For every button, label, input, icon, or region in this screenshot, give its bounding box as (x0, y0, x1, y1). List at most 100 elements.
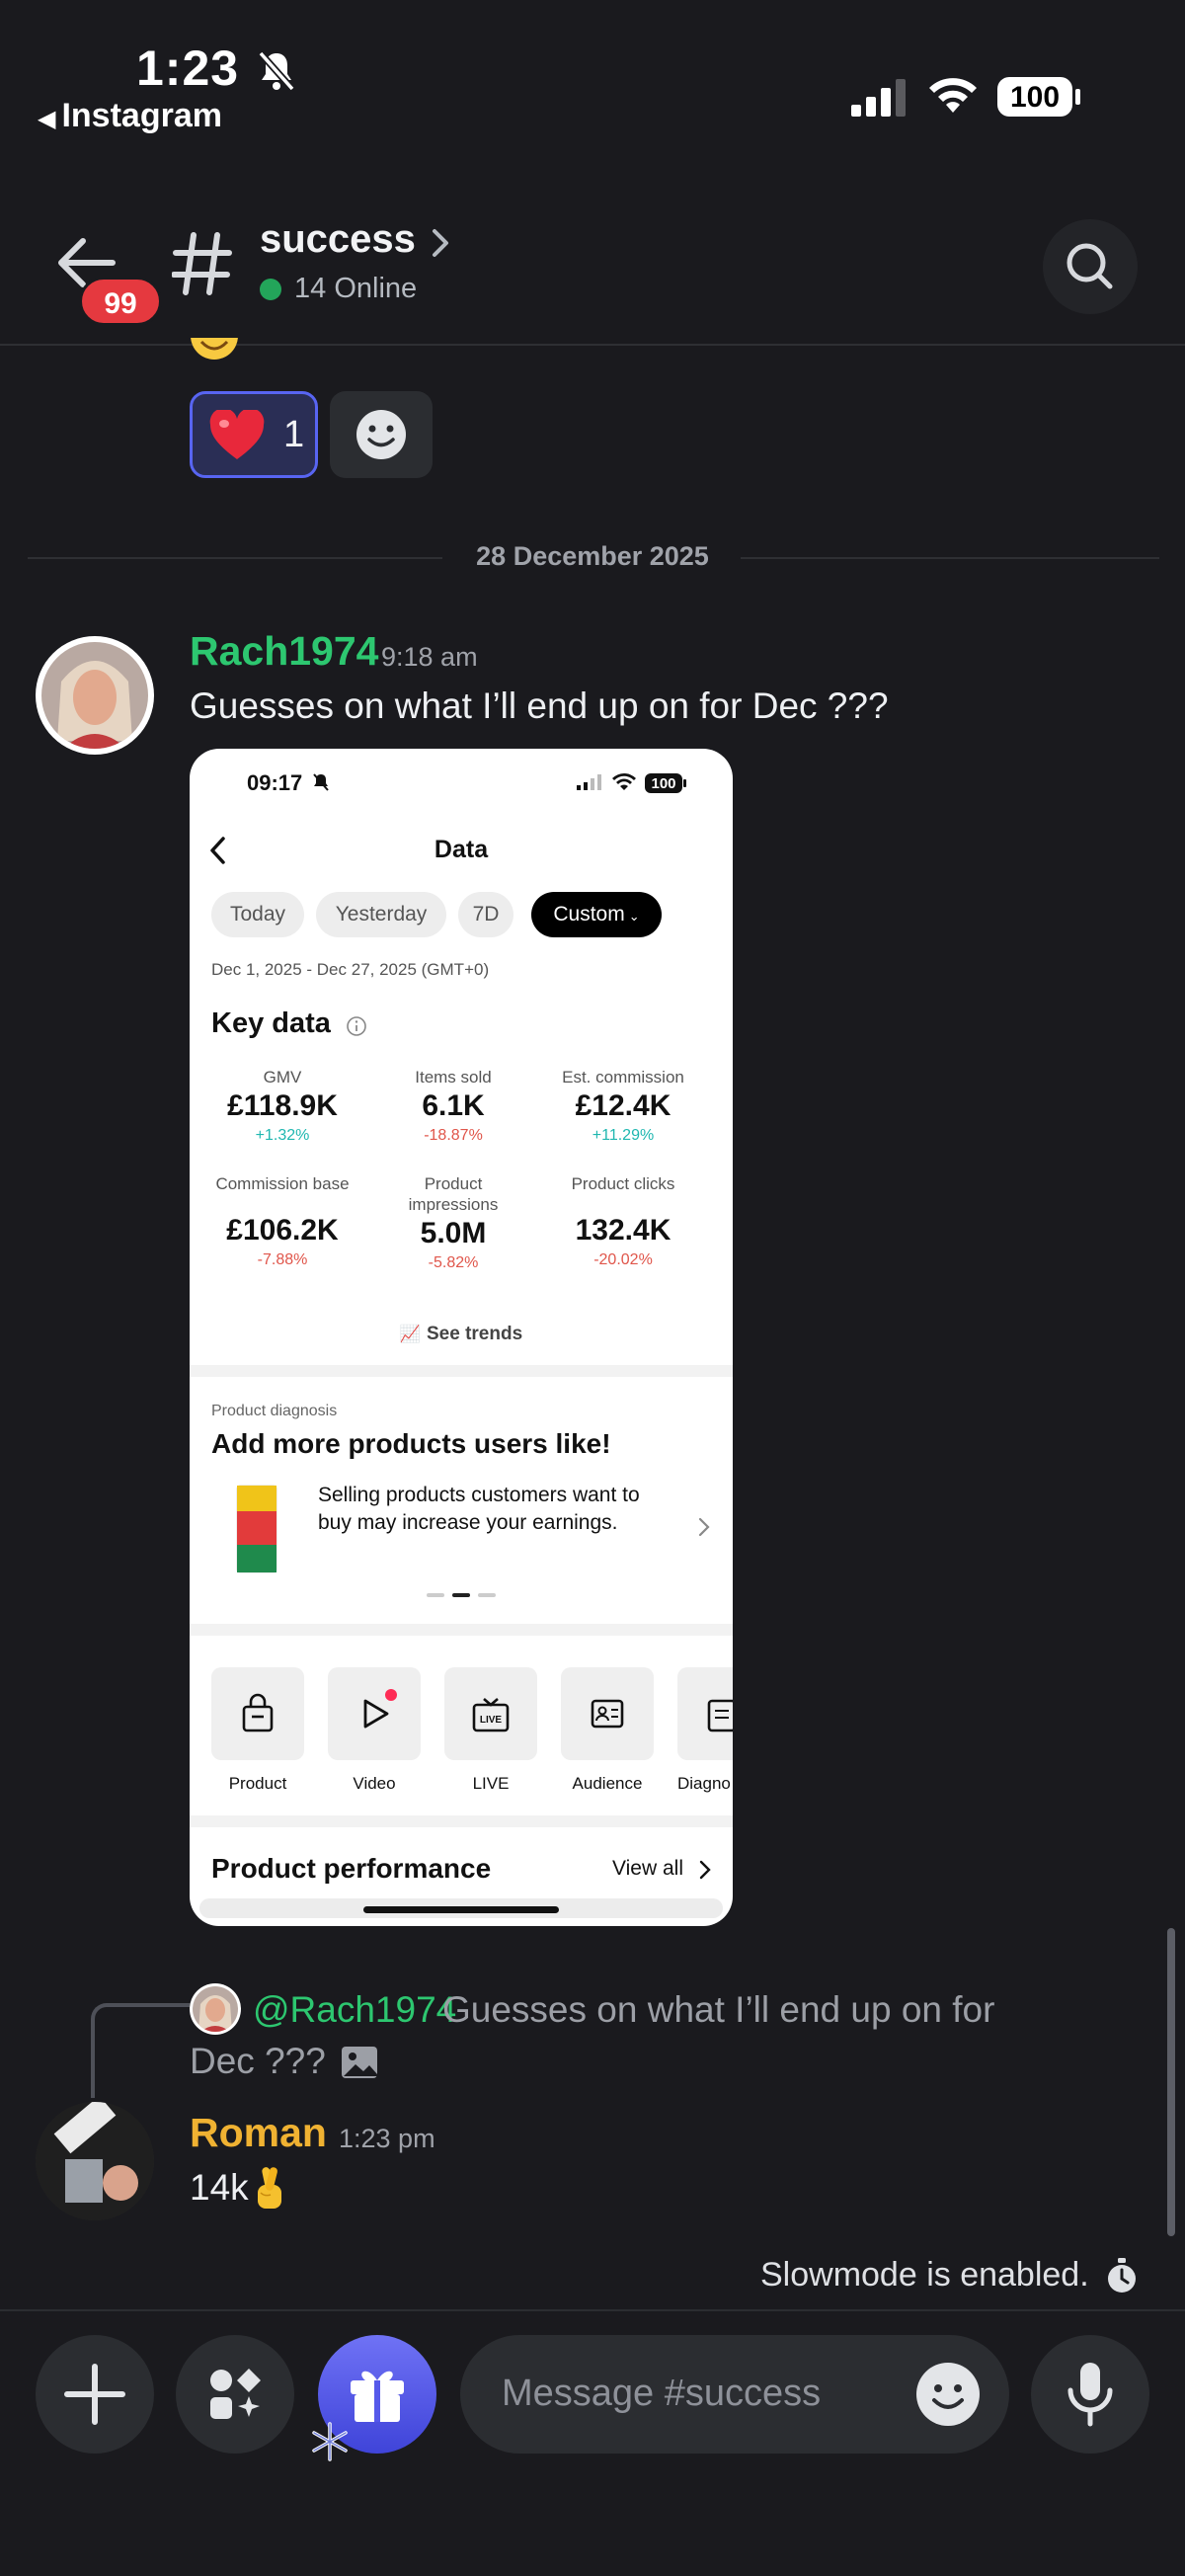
filter-7d: 7D (458, 892, 514, 937)
play-icon (363, 1689, 397, 1729)
clipboard-icon (707, 1699, 733, 1732)
voice-message-button[interactable] (1031, 2335, 1149, 2454)
add-attachment-button[interactable] (36, 2335, 154, 2454)
tile-product (211, 1667, 304, 1760)
metric-items-sold: Items sold 6.1K -18.87% (369, 1067, 537, 1145)
attachment-bell-muted-icon (313, 773, 329, 791)
online-count: 14 Online (294, 273, 418, 304)
attachment-title: Data (434, 836, 489, 863)
message-author[interactable]: Rach1974 (190, 628, 378, 675)
back-triangle-icon: ◀ (38, 106, 56, 132)
attachment-status-time: 09:17 (247, 770, 303, 795)
metric-value: 6.1K (422, 1089, 485, 1122)
metric-product-clicks: Product clicks 132.4K -20.02% (539, 1173, 707, 1269)
attachment-wifi-icon (612, 773, 636, 790)
product-thumbnail-icon (236, 1485, 277, 1573)
message-input-placeholder: Message #success (502, 2373, 822, 2414)
channel-name[interactable]: success (260, 217, 416, 262)
key-data-title: Key data (211, 1007, 331, 1039)
metric-product-impressions: Product impressions 5.0M -5.82% (369, 1173, 537, 1272)
message-input[interactable]: Message #success (460, 2335, 1009, 2454)
add-reaction-button[interactable] (330, 391, 433, 478)
stopwatch-icon (1108, 2258, 1136, 2293)
tile-label: Diagno (677, 1774, 731, 1793)
image-attachment[interactable]: 09:17 100 Data Today Yesterday 7D Custom… (190, 749, 733, 1926)
tile-label: Video (353, 1774, 396, 1793)
trend-chart-icon: 📈 (399, 1325, 421, 1343)
reply-preview-text-continued[interactable]: Dec ??? (190, 2041, 326, 2082)
message-text: Guesses on what I’ll end up on for Dec ?… (190, 685, 889, 726)
message-timestamp: 9:18 am (381, 642, 478, 672)
attachment-signal-icon (577, 774, 601, 790)
tile-live: LIVE (444, 1667, 537, 1760)
svg-text:LIVE: LIVE (480, 1715, 503, 1726)
product-performance-title: Product performance (211, 1853, 492, 1884)
view-all-link: View all (612, 1857, 683, 1880)
wifi-icon (929, 78, 977, 113)
metric-change: -7.88% (257, 1251, 308, 1268)
apps-icon (210, 2369, 261, 2419)
metric-value: £118.9K (227, 1089, 338, 1122)
tile-diagnosis (677, 1667, 733, 1760)
channel-hash-icon (172, 232, 232, 295)
live-tv-icon: LIVE (472, 1698, 510, 1732)
slowmode-notice: Slowmode is enabled. (760, 2256, 1089, 2294)
info-icon (347, 1016, 366, 1036)
diagnosis-text: Selling products customers want to buy m… (318, 1484, 640, 1534)
add-emoji-icon (356, 410, 406, 459)
search-button[interactable] (1043, 219, 1138, 314)
metric-value: 5.0M (420, 1217, 487, 1249)
metric-value: 132.4K (575, 1214, 672, 1247)
reaction-heart-button[interactable]: 1 (190, 391, 318, 478)
date-range: Dec 1, 2025 - Dec 27, 2025 (GMT+0) (211, 960, 490, 979)
cell-signal-icon (851, 79, 906, 117)
metric-value: £106.2K (226, 1214, 339, 1247)
metric-est-commission: Est. commission £12.4K +11.29% (539, 1067, 707, 1145)
filter-today: Today (211, 892, 304, 937)
online-status-dot (260, 279, 281, 300)
chevron-down-icon: ⌄ (628, 909, 640, 924)
battery-level: 100 (1009, 81, 1061, 114)
metric-change: -5.82% (428, 1254, 479, 1271)
section-separator (190, 1624, 733, 1636)
plus-icon (64, 2364, 125, 2425)
carousel-dots (427, 1593, 496, 1597)
metric-label: GMV (263, 1068, 302, 1087)
chevron-right-icon (699, 1860, 711, 1880)
reply-preview-text[interactable]: Guesses on what I’ll end up on for (442, 1989, 994, 2031)
reaction-count: 1 (283, 414, 305, 455)
metric-change: -20.02% (593, 1251, 653, 1268)
metric-gmv: GMV £118.9K +1.32% (198, 1067, 366, 1145)
chevron-right-icon[interactable] (429, 225, 452, 261)
avatar[interactable] (36, 636, 154, 755)
emoji-smile-partial-icon (190, 338, 239, 367)
metric-value: £12.4K (575, 1089, 672, 1122)
back-to-app-link[interactable]: ◀ Instagram (38, 97, 222, 135)
crossed-fingers-icon (258, 2167, 281, 2209)
apps-button[interactable] (176, 2335, 294, 2454)
image-icon (342, 2047, 377, 2078)
reply-connector (91, 2003, 190, 2098)
reply-avatar[interactable] (190, 1983, 241, 2035)
avatar[interactable] (36, 2102, 154, 2220)
composer-divider (0, 2309, 1185, 2311)
tile-label: Product (228, 1774, 287, 1793)
heart-icon (209, 410, 265, 459)
diagnosis-label: Product diagnosis (211, 1403, 338, 1419)
search-icon (1066, 243, 1113, 289)
scrollbar[interactable] (1167, 1928, 1175, 2236)
id-card-icon (591, 1699, 624, 1729)
filter-custom-label: Custom (553, 903, 625, 926)
metric-change: -18.87% (424, 1127, 483, 1144)
back-app-label: Instagram (61, 97, 222, 134)
emoji-picker-icon[interactable] (914, 2361, 982, 2428)
snowflake-icon (312, 2422, 348, 2461)
metric-change: +1.32% (255, 1127, 310, 1144)
message-text: 14k (190, 2167, 249, 2208)
metric-change: +11.29% (592, 1127, 655, 1144)
reply-mention[interactable]: @Rach1974 (253, 1989, 456, 2031)
bell-muted-icon (258, 50, 295, 92)
chevron-right-icon (698, 1517, 710, 1537)
diagnosis-title: Add more products users like! (211, 1428, 611, 1459)
message-author[interactable]: Roman (190, 2110, 327, 2156)
